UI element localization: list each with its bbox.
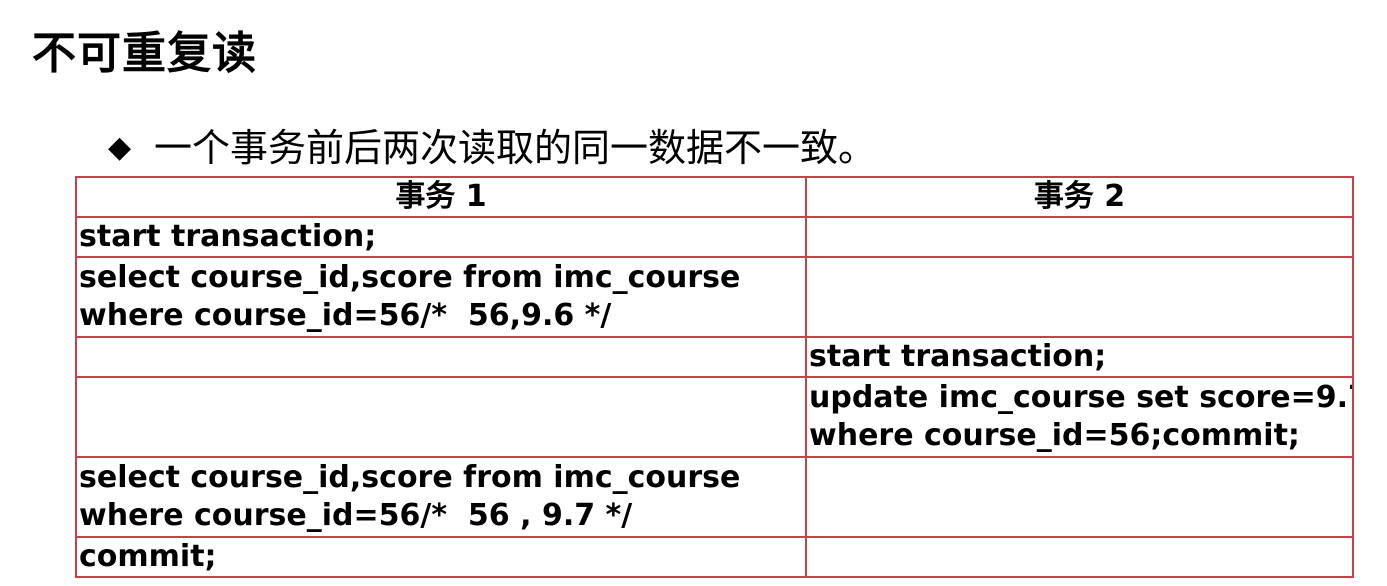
cell-transaction-2	[805, 456, 1354, 538]
cell-transaction-1: start transaction;	[75, 216, 807, 258]
bullet-point: ◆ 一个事务前后两次读取的同一数据不一致。	[108, 120, 876, 176]
cell-transaction-1: select course_id,score from imc_course w…	[75, 456, 807, 538]
cell-transaction-2: update imc_course set score=9.7 where co…	[805, 376, 1354, 458]
table-row: start transaction;	[75, 336, 1354, 378]
table-row: start transaction;	[75, 216, 1354, 258]
cell-transaction-1	[75, 336, 807, 378]
header-transaction-1: 事务 1	[75, 176, 807, 218]
cell-transaction-1: select course_id,score from imc_course w…	[75, 256, 807, 338]
table-row: update imc_course set score=9.7 where co…	[75, 376, 1354, 458]
cell-transaction-2: start transaction;	[805, 336, 1354, 378]
header-transaction-2: 事务 2	[805, 176, 1354, 218]
cell-transaction-1: commit;	[75, 536, 807, 578]
transaction-table: 事务 1 事务 2 start transaction; select cour…	[75, 176, 1354, 578]
table-row: commit;	[75, 536, 1354, 578]
cell-transaction-2	[805, 536, 1354, 578]
bullet-text: 一个事务前后两次读取的同一数据不一致。	[154, 126, 877, 170]
cell-transaction-2	[805, 216, 1354, 258]
table-row: select course_id,score from imc_course w…	[75, 256, 1354, 338]
cell-transaction-2	[805, 256, 1354, 338]
table-row: select course_id,score from imc_course w…	[75, 456, 1354, 538]
table-header-row: 事务 1 事务 2	[75, 176, 1354, 218]
cell-transaction-1	[75, 376, 807, 458]
diamond-bullet-icon: ◆	[108, 130, 132, 165]
page-title: 不可重复读	[32, 28, 257, 79]
